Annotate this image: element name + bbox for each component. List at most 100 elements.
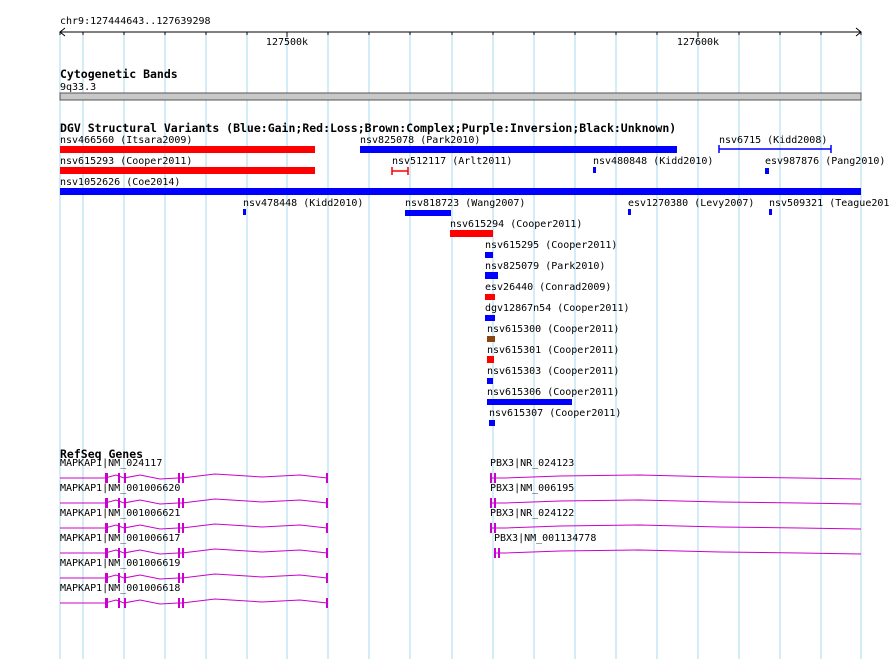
ruler[interactable]: chr9:127444643..127639298 127500k 127600… bbox=[59, 16, 862, 48]
gene-model[interactable]: MAPKAP1|NM_001006617 bbox=[60, 533, 328, 558]
variant-feature[interactable]: nsv615301 (Cooper2011) bbox=[487, 345, 619, 363]
gene-exon[interactable] bbox=[490, 498, 492, 508]
variant-bar[interactable] bbox=[485, 294, 495, 300]
variant-bar[interactable] bbox=[60, 188, 861, 195]
gene-exon[interactable] bbox=[182, 498, 184, 508]
gene-exon[interactable] bbox=[498, 548, 500, 558]
gene-exon[interactable] bbox=[124, 523, 126, 533]
variant-feature[interactable]: nsv6715 (Kidd2008) bbox=[718, 135, 832, 153]
gene-exon[interactable] bbox=[494, 523, 496, 533]
gene-model[interactable]: MAPKAP1|NM_001006618 bbox=[60, 583, 328, 608]
variant-feature[interactable]: nsv512117 (Arlt2011) bbox=[391, 156, 512, 175]
gene-exon[interactable] bbox=[494, 548, 496, 558]
gene-exon[interactable] bbox=[490, 473, 492, 483]
gene-exon[interactable] bbox=[182, 598, 184, 608]
gene-model[interactable]: MAPKAP1|NM_001006620 bbox=[60, 483, 328, 508]
variant-feature[interactable]: nsv615300 (Cooper2011) bbox=[487, 324, 619, 342]
variant-bar[interactable] bbox=[243, 209, 246, 215]
variant-bar[interactable] bbox=[485, 252, 493, 258]
gene-exon[interactable] bbox=[326, 498, 328, 508]
gene-model[interactable]: MAPKAP1|NM_001006621 bbox=[60, 508, 328, 533]
gene-exon[interactable] bbox=[178, 598, 180, 608]
gene-exon[interactable] bbox=[124, 498, 126, 508]
variant-feature[interactable]: nsv1052626 (Coe2014) bbox=[60, 177, 861, 195]
gene-exon[interactable] bbox=[326, 598, 328, 608]
gene-model[interactable]: MAPKAP1|NM_024117 bbox=[60, 458, 328, 483]
variant-bar[interactable] bbox=[593, 167, 596, 173]
variant-feature[interactable]: nsv615306 (Cooper2011) bbox=[487, 387, 619, 405]
gene-exon[interactable] bbox=[326, 473, 328, 483]
variant-bar[interactable] bbox=[405, 210, 451, 216]
variant-bar[interactable] bbox=[487, 378, 493, 384]
gene-exon[interactable] bbox=[178, 573, 180, 583]
variant-bar[interactable] bbox=[765, 168, 769, 174]
gene-exon[interactable] bbox=[178, 523, 180, 533]
variant-feature[interactable]: nsv615294 (Cooper2011) bbox=[450, 219, 582, 237]
variant-bar[interactable] bbox=[628, 209, 631, 215]
variant-feature[interactable]: esv26440 (Conrad2009) bbox=[485, 282, 611, 300]
gene-exon[interactable] bbox=[118, 573, 120, 583]
variant-feature[interactable]: nsv480848 (Kidd2010) bbox=[593, 156, 713, 173]
gene-exon[interactable] bbox=[182, 548, 184, 558]
gene-exon[interactable] bbox=[118, 498, 120, 508]
gene-exon[interactable] bbox=[182, 573, 184, 583]
gene-model[interactable]: PBX3|NM_006195 bbox=[490, 483, 862, 508]
variant-bar[interactable] bbox=[489, 420, 495, 426]
gene-exon[interactable] bbox=[105, 523, 108, 533]
gene-exon[interactable] bbox=[326, 523, 328, 533]
gene-exon[interactable] bbox=[118, 473, 120, 483]
variant-bar[interactable] bbox=[360, 146, 677, 153]
variant-bar[interactable] bbox=[487, 399, 572, 405]
variant-bar[interactable] bbox=[769, 209, 772, 215]
variant-feature[interactable]: esv1270380 (Levy2007) bbox=[628, 198, 754, 215]
gene-exon[interactable] bbox=[182, 523, 184, 533]
gene-exon[interactable] bbox=[105, 598, 108, 608]
variant-bar[interactable] bbox=[60, 167, 315, 174]
gene-exon[interactable] bbox=[105, 473, 108, 483]
gene-exon[interactable] bbox=[105, 498, 108, 508]
refseq-track[interactable]: RefSeq Genes MAPKAP1|NM_024117MAPKAP1|NM… bbox=[60, 447, 862, 608]
gene-model[interactable]: PBX3|NM_001134778 bbox=[494, 533, 862, 558]
variant-feature[interactable]: nsv478448 (Kidd2010) bbox=[243, 198, 363, 215]
gene-exon[interactable] bbox=[124, 573, 126, 583]
gene-exon[interactable] bbox=[105, 548, 108, 558]
variant-bar[interactable] bbox=[487, 356, 494, 363]
gene-model[interactable]: PBX3|NR_024123 bbox=[490, 458, 862, 483]
gene-exon[interactable] bbox=[326, 573, 328, 583]
gene-exon[interactable] bbox=[124, 598, 126, 608]
gene-exon[interactable] bbox=[494, 473, 496, 483]
variant-feature[interactable]: dgv12867n54 (Cooper2011) bbox=[485, 303, 630, 321]
variant-feature[interactable]: esv987876 (Pang2010) bbox=[765, 156, 885, 174]
gene-exon[interactable] bbox=[178, 473, 180, 483]
variant-feature[interactable]: nsv615295 (Cooper2011) bbox=[485, 240, 617, 258]
gene-exon[interactable] bbox=[494, 498, 496, 508]
gene-exon[interactable] bbox=[326, 548, 328, 558]
variant-bar[interactable] bbox=[60, 146, 315, 153]
gene-model[interactable]: MAPKAP1|NM_001006619 bbox=[60, 558, 328, 583]
cytoband-track[interactable]: Cytogenetic Bands 9q33.3 bbox=[59, 67, 862, 101]
variant-feature[interactable]: nsv466560 (Itsara2009) bbox=[60, 135, 315, 153]
gene-model[interactable]: PBX3|NR_024122 bbox=[490, 508, 862, 533]
variant-feature[interactable]: nsv825079 (Park2010) bbox=[485, 261, 605, 279]
gene-exon[interactable] bbox=[124, 548, 126, 558]
gene-exon[interactable] bbox=[182, 473, 184, 483]
variant-bar[interactable] bbox=[485, 315, 495, 321]
gene-exon[interactable] bbox=[178, 548, 180, 558]
variant-feature[interactable]: nsv615303 (Cooper2011) bbox=[487, 366, 619, 384]
variant-feature[interactable]: nsv615307 (Cooper2011) bbox=[489, 408, 621, 426]
cytoband-bar[interactable] bbox=[59, 92, 862, 101]
gene-exon[interactable] bbox=[118, 523, 120, 533]
variant-bar[interactable] bbox=[485, 272, 498, 279]
variant-feature[interactable]: nsv825078 (Park2010) bbox=[360, 135, 677, 153]
gene-exon[interactable] bbox=[178, 498, 180, 508]
variant-feature[interactable]: nsv509321 (Teague2010) bbox=[769, 198, 890, 215]
gene-exon[interactable] bbox=[105, 573, 108, 583]
variant-bar[interactable] bbox=[450, 230, 493, 237]
gene-exon[interactable] bbox=[118, 548, 120, 558]
gene-exon[interactable] bbox=[124, 473, 126, 483]
variant-feature[interactable]: nsv615293 (Cooper2011) bbox=[60, 156, 315, 174]
gene-exon[interactable] bbox=[490, 523, 492, 533]
variant-bar[interactable] bbox=[487, 336, 495, 342]
variant-feature[interactable]: nsv818723 (Wang2007) bbox=[405, 198, 525, 216]
dgv-track[interactable]: DGV Structural Variants (Blue:Gain;Red:L… bbox=[60, 121, 890, 426]
